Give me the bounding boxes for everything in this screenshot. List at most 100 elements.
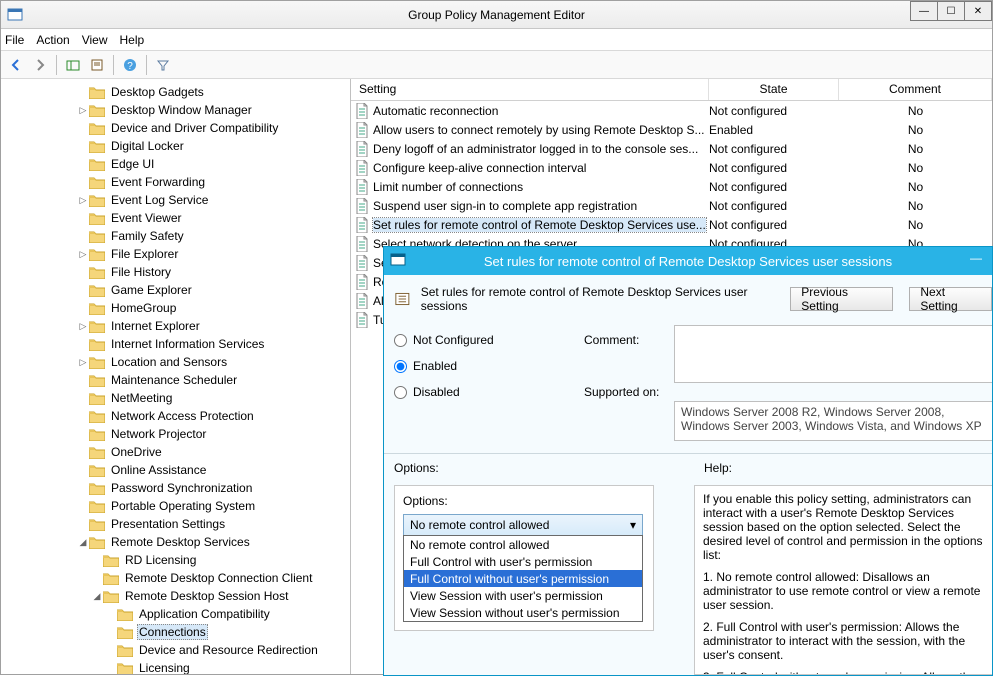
tree-item-label: Portable Operating System	[109, 499, 257, 513]
tree-item[interactable]: Internet Information Services	[7, 335, 350, 353]
tree-item-label: NetMeeting	[109, 391, 174, 405]
maximize-button[interactable]: ☐	[937, 1, 965, 21]
tree-item-label: Internet Information Services	[109, 337, 266, 351]
tree-item[interactable]: ◢ Remote Desktop Session Host	[7, 587, 350, 605]
tree-item-label: Remote Desktop Session Host	[123, 589, 290, 603]
expand-icon[interactable]: ◢	[91, 591, 103, 602]
tree-item[interactable]: Presentation Settings	[7, 515, 350, 533]
show-hide-button[interactable]	[62, 54, 84, 76]
tree-item[interactable]: Connections	[7, 623, 350, 641]
tree-item[interactable]: Edge UI	[7, 155, 350, 173]
dialog-caption: Set rules for remote control of Remote D…	[421, 285, 771, 313]
tree-item[interactable]: HomeGroup	[7, 299, 350, 317]
tree-item[interactable]: Online Assistance	[7, 461, 350, 479]
expand-icon[interactable]: ▷	[77, 195, 89, 206]
radio-enabled[interactable]	[394, 360, 407, 373]
dropdown-option[interactable]: No remote control allowed	[404, 536, 642, 553]
tree-item[interactable]: Portable Operating System	[7, 497, 350, 515]
comment-textbox[interactable]	[674, 325, 992, 383]
tree-item[interactable]: Event Forwarding	[7, 173, 350, 191]
tree-item[interactable]: Device and Driver Compatibility	[7, 119, 350, 137]
list-row[interactable]: Deny logoff of an administrator logged i…	[351, 139, 992, 158]
tree-item-label: Online Assistance	[109, 463, 208, 477]
tree-item[interactable]: Event Viewer	[7, 209, 350, 227]
forward-button[interactable]	[29, 54, 51, 76]
list-row[interactable]: Automatic reconnectionNot configuredNo	[351, 101, 992, 120]
tree-item[interactable]: Password Synchronization	[7, 479, 350, 497]
tree-item[interactable]: Device and Resource Redirection	[7, 641, 350, 659]
tree-item[interactable]: OneDrive	[7, 443, 350, 461]
column-setting[interactable]: Setting	[351, 79, 709, 100]
tree-item[interactable]: Maintenance Scheduler	[7, 371, 350, 389]
tree-item[interactable]: Desktop Gadgets	[7, 83, 350, 101]
tree-item[interactable]: ▷Desktop Window Manager	[7, 101, 350, 119]
tree-item[interactable]: File History	[7, 263, 350, 281]
expand-icon[interactable]: ▷	[77, 105, 89, 116]
options-dropdown[interactable]: No remote control allowedFull Control wi…	[403, 535, 643, 622]
tree-item-label: Digital Locker	[109, 139, 186, 153]
close-button[interactable]: ✕	[964, 1, 992, 21]
list-row[interactable]: Configure keep-alive connection interval…	[351, 158, 992, 177]
setting-comment: No	[839, 161, 992, 175]
menu-help[interactable]: Help	[120, 33, 145, 47]
list-row[interactable]: Suspend user sign-in to complete app reg…	[351, 196, 992, 215]
options-sublabel: Options:	[403, 494, 645, 508]
menu-action[interactable]: Action	[36, 33, 69, 47]
help-button[interactable]: ?	[119, 54, 141, 76]
previous-setting-button[interactable]: Previous Setting	[790, 287, 893, 311]
tree-item[interactable]: NetMeeting	[7, 389, 350, 407]
minimize-button[interactable]: —	[910, 1, 938, 21]
dropdown-option[interactable]: Full Control with user's permission	[404, 553, 642, 570]
dialog-minimize-button[interactable]: —	[960, 247, 992, 269]
list-row[interactable]: Set rules for remote control of Remote D…	[351, 215, 992, 234]
options-combobox[interactable]: No remote control allowed ▾	[403, 514, 643, 536]
tree-item[interactable]: ▷ Location and Sensors	[7, 353, 350, 371]
tree-item[interactable]: ▷File Explorer	[7, 245, 350, 263]
tree-item[interactable]: Application Compatibility	[7, 605, 350, 623]
title-bar: Group Policy Management Editor — ☐ ✕	[1, 1, 992, 29]
setting-state: Not configured	[709, 180, 839, 194]
tree-item[interactable]: Remote Desktop Connection Client	[7, 569, 350, 587]
menu-view[interactable]: View	[82, 33, 108, 47]
tree-item[interactable]: RD Licensing	[7, 551, 350, 569]
tree-item-label: Game Explorer	[109, 283, 194, 297]
dialog-title: Set rules for remote control of Remote D…	[484, 254, 892, 269]
tree-item[interactable]: Family Safety	[7, 227, 350, 245]
tree-item-label: Location and Sensors	[109, 355, 229, 369]
tree-item[interactable]: ▷Event Log Service	[7, 191, 350, 209]
tree-item[interactable]: ▷Internet Explorer	[7, 317, 350, 335]
expand-icon[interactable]: ▷	[77, 321, 89, 332]
tree-item[interactable]: ◢Remote Desktop Services	[7, 533, 350, 551]
tree-item[interactable]: Network Access Protection	[7, 407, 350, 425]
expand-icon[interactable]: ◢	[77, 537, 89, 548]
tree-view[interactable]: Desktop Gadgets▷Desktop Window Manager De…	[1, 79, 351, 674]
dropdown-option[interactable]: View Session without user's permission	[404, 604, 642, 621]
column-comment[interactable]: Comment	[839, 79, 992, 100]
tree-item-label: Device and Driver Compatibility	[109, 121, 280, 135]
radio-disabled[interactable]	[394, 386, 407, 399]
help-text: If you enable this policy setting, admin…	[703, 492, 985, 562]
dropdown-option[interactable]: Full Control without user's permission	[404, 570, 642, 587]
tree-item-label: File History	[109, 265, 173, 279]
dropdown-option[interactable]: View Session with user's permission	[404, 587, 642, 604]
list-row[interactable]: Allow users to connect remotely by using…	[351, 120, 992, 139]
tree-item[interactable]: Digital Locker	[7, 137, 350, 155]
list-row[interactable]: Limit number of connectionsNot configure…	[351, 177, 992, 196]
menu-file[interactable]: File	[5, 33, 24, 47]
radio-not-configured[interactable]	[394, 334, 407, 347]
column-state[interactable]: State	[709, 79, 839, 100]
next-setting-button[interactable]: Next Setting	[909, 287, 992, 311]
back-button[interactable]	[5, 54, 27, 76]
tree-item[interactable]: Network Projector	[7, 425, 350, 443]
expand-icon[interactable]: ▷	[77, 249, 89, 260]
tree-item[interactable]: Game Explorer	[7, 281, 350, 299]
tree-item-label: Maintenance Scheduler	[109, 373, 239, 387]
toolbar: ?	[1, 51, 992, 79]
properties-button[interactable]	[86, 54, 108, 76]
tree-item[interactable]: Licensing	[7, 659, 350, 674]
tree-item-label: Event Forwarding	[109, 175, 207, 189]
expand-icon[interactable]: ▷	[77, 357, 89, 368]
supported-label: Supported on:	[584, 385, 659, 399]
filter-button[interactable]	[152, 54, 174, 76]
setting-name: Automatic reconnection	[373, 104, 498, 118]
